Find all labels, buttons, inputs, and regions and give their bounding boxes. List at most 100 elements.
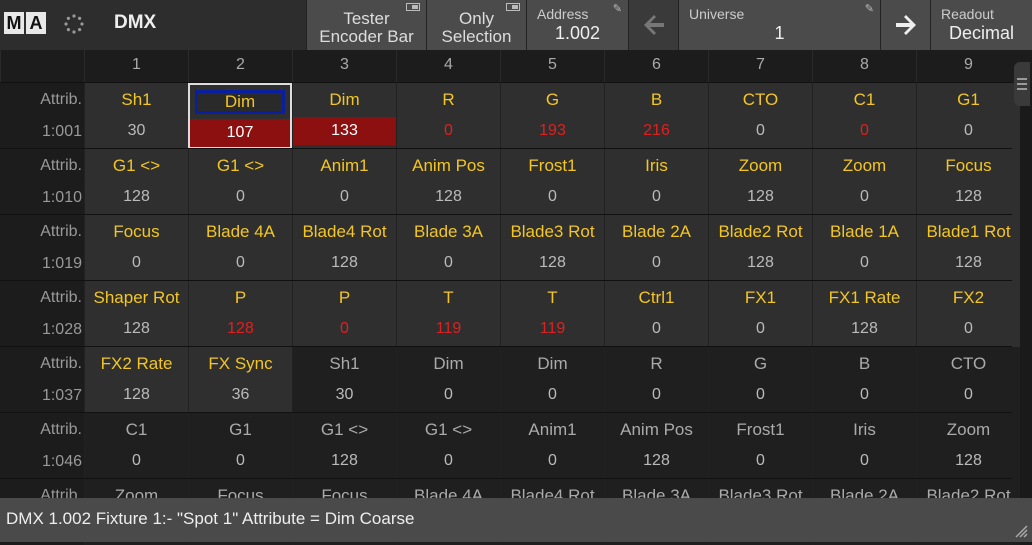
dmx-channel-cell[interactable]: Focus 0: [84, 215, 188, 281]
channel-value: 0: [444, 122, 453, 139]
channel-attribute: CTO: [950, 354, 987, 373]
dmx-channel-cell[interactable]: Blade4 Rot 128: [292, 215, 396, 281]
channel-attribute: C1: [853, 90, 876, 109]
channel-attribute: G1: [957, 90, 980, 109]
dmx-channel-cell[interactable]: B 216: [604, 83, 708, 149]
dmx-channel-cell[interactable]: Anim1 0: [292, 149, 396, 215]
channel-value: 128: [123, 320, 150, 337]
dmx-channel-cell[interactable]: B0: [812, 347, 916, 413]
dmx-channel-cell[interactable]: P 128: [188, 281, 292, 347]
channel-attribute: Focus: [945, 156, 992, 175]
dmx-channel-cell[interactable]: T 119: [500, 281, 604, 347]
dmx-channel-cell[interactable]: Dim 133: [292, 83, 396, 149]
dmx-channel-cell[interactable]: Dim 0: [396, 347, 500, 413]
dmx-channel-cell[interactable]: Blade 4A 0: [188, 215, 292, 281]
column-header-row: 123456789: [0, 50, 1032, 82]
dmx-channel-cell[interactable]: G1 0: [188, 413, 292, 479]
universe-field[interactable]: Universe ✎ 1: [678, 0, 880, 50]
dmx-channel-cell[interactable]: G1 <> 128: [84, 149, 188, 215]
channel-attribute: FX2 Rate: [100, 354, 173, 373]
dmx-channel-cell[interactable]: Ctrl1 0: [604, 281, 708, 347]
dmx-channel-cell[interactable]: Iris 0: [604, 149, 708, 215]
logo-a: A: [26, 12, 46, 34]
dmx-channel-cell[interactable]: Frost1 0: [708, 413, 812, 479]
channel-value: 0: [340, 320, 349, 337]
dmx-channel-cell[interactable]: P0: [292, 281, 396, 347]
table-row: Attrib. 1:028 Shaper Rot 128 P 128 P 0 T 119 T 119 C…: [0, 280, 1020, 347]
channel-value: 133: [293, 117, 396, 145]
channel-attribute: FX1: [744, 288, 777, 307]
dmx-channel-cell[interactable]: CTO 0: [916, 347, 1020, 413]
dmx-channel-cell[interactable]: FX1 Rate 128: [812, 281, 916, 347]
dmx-channel-cell[interactable]: Blade3 Rot 128: [500, 215, 604, 281]
dmx-channel-cell[interactable]: Sh1 30: [292, 347, 396, 413]
channel-attribute: G: [753, 354, 768, 373]
dmx-channel-cell[interactable]: R0: [396, 83, 500, 149]
toggle-indicator-icon: [406, 3, 420, 11]
dmx-channel-cell[interactable]: G 193: [500, 83, 604, 149]
channel-value: 0: [236, 254, 245, 271]
row-attrib-label: Attrib.: [40, 289, 82, 306]
channel-value: 128: [331, 452, 358, 469]
dmx-channel-cell[interactable]: Frost1 0: [500, 149, 604, 215]
dmx-channel-cell[interactable]: FX2 Rate 128: [84, 347, 188, 413]
channel-attribute: G1 <>: [216, 156, 265, 175]
dmx-channel-cell[interactable]: FX2 0: [916, 281, 1020, 347]
tester-encoder-bar-button[interactable]: Tester Encoder Bar: [306, 0, 426, 50]
dmx-channel-cell[interactable]: R0: [604, 347, 708, 413]
dmx-channel-cell[interactable]: Blade1 Rot 128: [916, 215, 1020, 281]
address-value: 1.002: [554, 23, 601, 43]
dmx-channel-cell[interactable]: T 119: [396, 281, 500, 347]
dmx-channel-cell[interactable]: Sh1 30: [84, 83, 188, 149]
dmx-channel-cell[interactable]: Blade 2A 0: [604, 215, 708, 281]
channel-value: 0: [652, 188, 661, 205]
dmx-channel-cell[interactable]: G1 0: [916, 83, 1020, 149]
dmx-channel-cell[interactable]: G1 <> 0: [188, 149, 292, 215]
channel-value: 128: [747, 254, 774, 271]
address-field[interactable]: Address ✎ 1.002: [526, 0, 628, 50]
dmx-channel-cell[interactable]: Blade 1A 0: [812, 215, 916, 281]
readout-field[interactable]: Readout Decimal: [930, 0, 1032, 50]
dmx-channel-cell[interactable]: Zoom 0: [812, 149, 916, 215]
dmx-channel-cell[interactable]: Zoom 128: [708, 149, 812, 215]
channel-value: 0: [444, 452, 453, 469]
dmx-channel-cell[interactable]: FX1 0: [708, 281, 812, 347]
dmx-channel-cell[interactable]: Dim 0: [500, 347, 604, 413]
dmx-channel-cell[interactable]: FX Sync 36: [188, 347, 292, 413]
previous-universe-button[interactable]: [628, 0, 678, 50]
resize-grip-icon[interactable]: [1014, 524, 1028, 538]
only-selection-button[interactable]: Only Selection: [426, 0, 526, 50]
row-label: Attrib. 1:046: [0, 413, 84, 479]
channel-attribute: Anim1: [320, 156, 369, 175]
dmx-channel-cell[interactable]: G1 <> 128: [292, 413, 396, 479]
dmx-channel-cell[interactable]: Anim Pos 128: [396, 149, 500, 215]
channel-value: 0: [756, 122, 765, 139]
channel-value: 0: [340, 188, 349, 205]
channel-value: 128: [955, 254, 982, 271]
dmx-channel-cell[interactable]: G1 <> 0: [396, 413, 500, 479]
dmx-channel-cell[interactable]: Anim1 0: [500, 413, 604, 479]
channel-value: 0: [548, 386, 557, 403]
dmx-channel-cell[interactable]: G0: [708, 347, 812, 413]
dmx-channel-cell[interactable]: CTO 0: [708, 83, 812, 149]
channel-attribute: Frost1: [736, 420, 785, 439]
dmx-channel-cell[interactable]: Dim 107: [188, 83, 292, 149]
channel-attribute: Ctrl1: [638, 288, 675, 307]
dmx-channel-cell[interactable]: Anim Pos 128: [604, 413, 708, 479]
dmx-channel-cell[interactable]: C1 0: [812, 83, 916, 149]
dmx-channel-cell[interactable]: C1 0: [84, 413, 188, 479]
scrollbar-handle[interactable]: [1014, 62, 1030, 106]
ma-logo[interactable]: M A: [4, 12, 46, 34]
dmx-channel-cell[interactable]: Shaper Rot 128: [84, 281, 188, 347]
dmx-channel-cell[interactable]: Blade 3A 0: [396, 215, 500, 281]
channel-value: 30: [127, 122, 146, 139]
channel-value: 128: [435, 188, 462, 205]
dmx-channel-cell[interactable]: Iris 0: [812, 413, 916, 479]
dmx-channel-cell[interactable]: Zoom 128: [916, 413, 1020, 479]
window-title: DMX: [114, 12, 157, 33]
dmx-channel-cell[interactable]: Blade2 Rot 128: [708, 215, 812, 281]
dmx-channel-cell[interactable]: Focus 128: [916, 149, 1020, 215]
channel-value: 0: [860, 386, 869, 403]
dotted-circle-icon[interactable]: [64, 14, 84, 34]
next-universe-button[interactable]: [880, 0, 930, 50]
